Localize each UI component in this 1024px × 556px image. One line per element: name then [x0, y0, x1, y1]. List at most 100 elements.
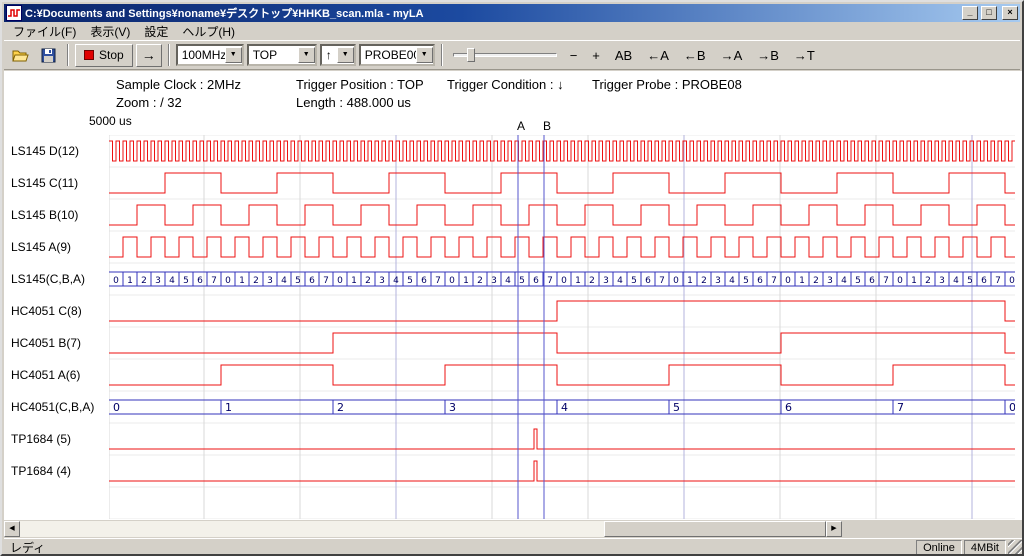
- svg-text:0: 0: [561, 276, 567, 286]
- scroll-right-icon[interactable]: ▶: [826, 521, 842, 537]
- clock-select[interactable]: 100MHz ▼: [176, 44, 244, 66]
- run-button[interactable]: →: [136, 44, 162, 67]
- svg-text:4: 4: [505, 276, 511, 286]
- status-online: Online: [916, 540, 962, 555]
- trigger-edge-select[interactable]: ↑ ▼: [320, 44, 356, 66]
- cursor-a-label[interactable]: A: [515, 119, 527, 133]
- svg-text:4: 4: [617, 276, 623, 286]
- svg-text:5: 5: [519, 276, 525, 286]
- svg-text:3: 3: [827, 276, 833, 286]
- trigger-condition-label: Trigger Condition : ↓: [447, 77, 564, 92]
- maximize-button[interactable]: □: [981, 6, 997, 20]
- app-icon: [6, 5, 22, 21]
- goto-cursor-b-left-button[interactable]: ←B: [678, 45, 712, 66]
- svg-text:4: 4: [953, 276, 959, 286]
- zoom-slider[interactable]: [453, 44, 557, 66]
- ab-range-button[interactable]: AB: [609, 45, 638, 66]
- svg-text:4: 4: [169, 276, 175, 286]
- app-window: C:¥Documents and Settings¥noname¥デスクトップ¥…: [0, 0, 1024, 556]
- channel-label: TP1684 (5): [11, 431, 71, 447]
- svg-text:0: 0: [225, 276, 231, 286]
- svg-text:6: 6: [309, 276, 315, 286]
- svg-text:4: 4: [729, 276, 735, 286]
- svg-text:7: 7: [883, 276, 889, 286]
- svg-text:0: 0: [1009, 401, 1015, 414]
- cursor-b-label[interactable]: B: [541, 119, 553, 133]
- resize-grip[interactable]: [1008, 540, 1022, 555]
- minimize-button[interactable]: _: [962, 6, 978, 20]
- svg-text:3: 3: [155, 276, 161, 286]
- zoom-label: Zoom : / 32: [116, 95, 182, 110]
- svg-text:3: 3: [603, 276, 609, 286]
- svg-text:0: 0: [113, 401, 120, 414]
- svg-text:0: 0: [337, 276, 343, 286]
- scroll-left-icon[interactable]: ◀: [4, 521, 20, 537]
- svg-text:6: 6: [981, 276, 987, 286]
- goto-cursor-a-right-button[interactable]: →A: [715, 45, 749, 66]
- svg-text:0: 0: [785, 276, 791, 286]
- chevron-down-icon[interactable]: ▼: [416, 47, 433, 63]
- svg-text:1: 1: [239, 276, 245, 286]
- svg-text:0: 0: [449, 276, 455, 286]
- chevron-down-icon[interactable]: ▼: [225, 47, 242, 63]
- probe-select[interactable]: PROBE00 ▼: [359, 44, 435, 66]
- toolbar-separator: [441, 44, 443, 66]
- trigger-probe-label: Trigger Probe : PROBE08: [592, 77, 742, 92]
- close-button[interactable]: ×: [1002, 6, 1018, 20]
- waveform-plot[interactable]: 0123456701234567012345670123456701234567…: [109, 135, 1015, 519]
- goto-cursor-b-right-button[interactable]: →B: [751, 45, 785, 66]
- menu-view[interactable]: 表示(V): [83, 22, 137, 41]
- svg-text:2: 2: [365, 276, 371, 286]
- menu-file[interactable]: ファイル(F): [6, 22, 83, 41]
- zoom-in-button[interactable]: +: [586, 45, 606, 66]
- menu-settings[interactable]: 設定: [137, 22, 175, 41]
- svg-text:7: 7: [323, 276, 329, 286]
- channel-label: LS145 A(9): [11, 239, 71, 255]
- goto-cursor-a-left-button[interactable]: ←A: [641, 45, 675, 66]
- timebase-label: 5000 us: [89, 114, 132, 128]
- trigger-position-label: Trigger Position : TOP: [296, 77, 424, 92]
- chevron-down-icon[interactable]: ▼: [298, 47, 315, 63]
- menu-help[interactable]: ヘルプ(H): [175, 22, 242, 41]
- svg-text:1: 1: [225, 401, 232, 414]
- svg-text:7: 7: [897, 401, 904, 414]
- svg-text:0: 0: [1009, 276, 1015, 286]
- svg-text:2: 2: [337, 401, 344, 414]
- title-bar[interactable]: C:¥Documents and Settings¥noname¥デスクトップ¥…: [4, 4, 1020, 22]
- svg-text:1: 1: [687, 276, 693, 286]
- svg-text:7: 7: [211, 276, 217, 286]
- svg-text:4: 4: [841, 276, 847, 286]
- svg-text:2: 2: [589, 276, 595, 286]
- channel-label: LS145 D(12): [11, 143, 79, 159]
- toolbar-separator: [168, 44, 170, 66]
- channel-label: LS145 B(10): [11, 207, 78, 223]
- save-button[interactable]: [36, 43, 61, 67]
- zoom-slider-thumb[interactable]: [467, 48, 475, 62]
- stop-button[interactable]: Stop: [75, 44, 133, 67]
- svg-text:5: 5: [295, 276, 301, 286]
- goto-trigger-button[interactable]: →T: [788, 45, 821, 66]
- svg-text:2: 2: [477, 276, 483, 286]
- chevron-down-icon[interactable]: ▼: [337, 47, 354, 63]
- svg-text:5: 5: [967, 276, 973, 286]
- svg-text:0: 0: [113, 276, 119, 286]
- zoom-out-button[interactable]: −: [564, 45, 584, 66]
- status-memory: 4MBit: [964, 540, 1006, 555]
- svg-text:5: 5: [855, 276, 861, 286]
- svg-text:7: 7: [659, 276, 665, 286]
- svg-text:5: 5: [673, 401, 680, 414]
- toolbar-separator: [67, 44, 69, 66]
- channel-label: LS145 C(11): [11, 175, 78, 191]
- channel-label: TP1684 (4): [11, 463, 71, 479]
- svg-text:6: 6: [645, 276, 651, 286]
- svg-text:1: 1: [127, 276, 133, 286]
- channel-label: HC4051 A(6): [11, 367, 80, 383]
- svg-text:4: 4: [281, 276, 287, 286]
- stop-icon: [84, 50, 94, 60]
- channel-label: LS145(C,B,A): [11, 271, 85, 287]
- open-file-button[interactable]: [8, 43, 33, 67]
- trigger-position-select[interactable]: TOP ▼: [247, 44, 317, 66]
- svg-text:5: 5: [743, 276, 749, 286]
- scrollbar-thumb[interactable]: [604, 521, 826, 537]
- horizontal-scrollbar[interactable]: ◀ ▶: [4, 521, 842, 537]
